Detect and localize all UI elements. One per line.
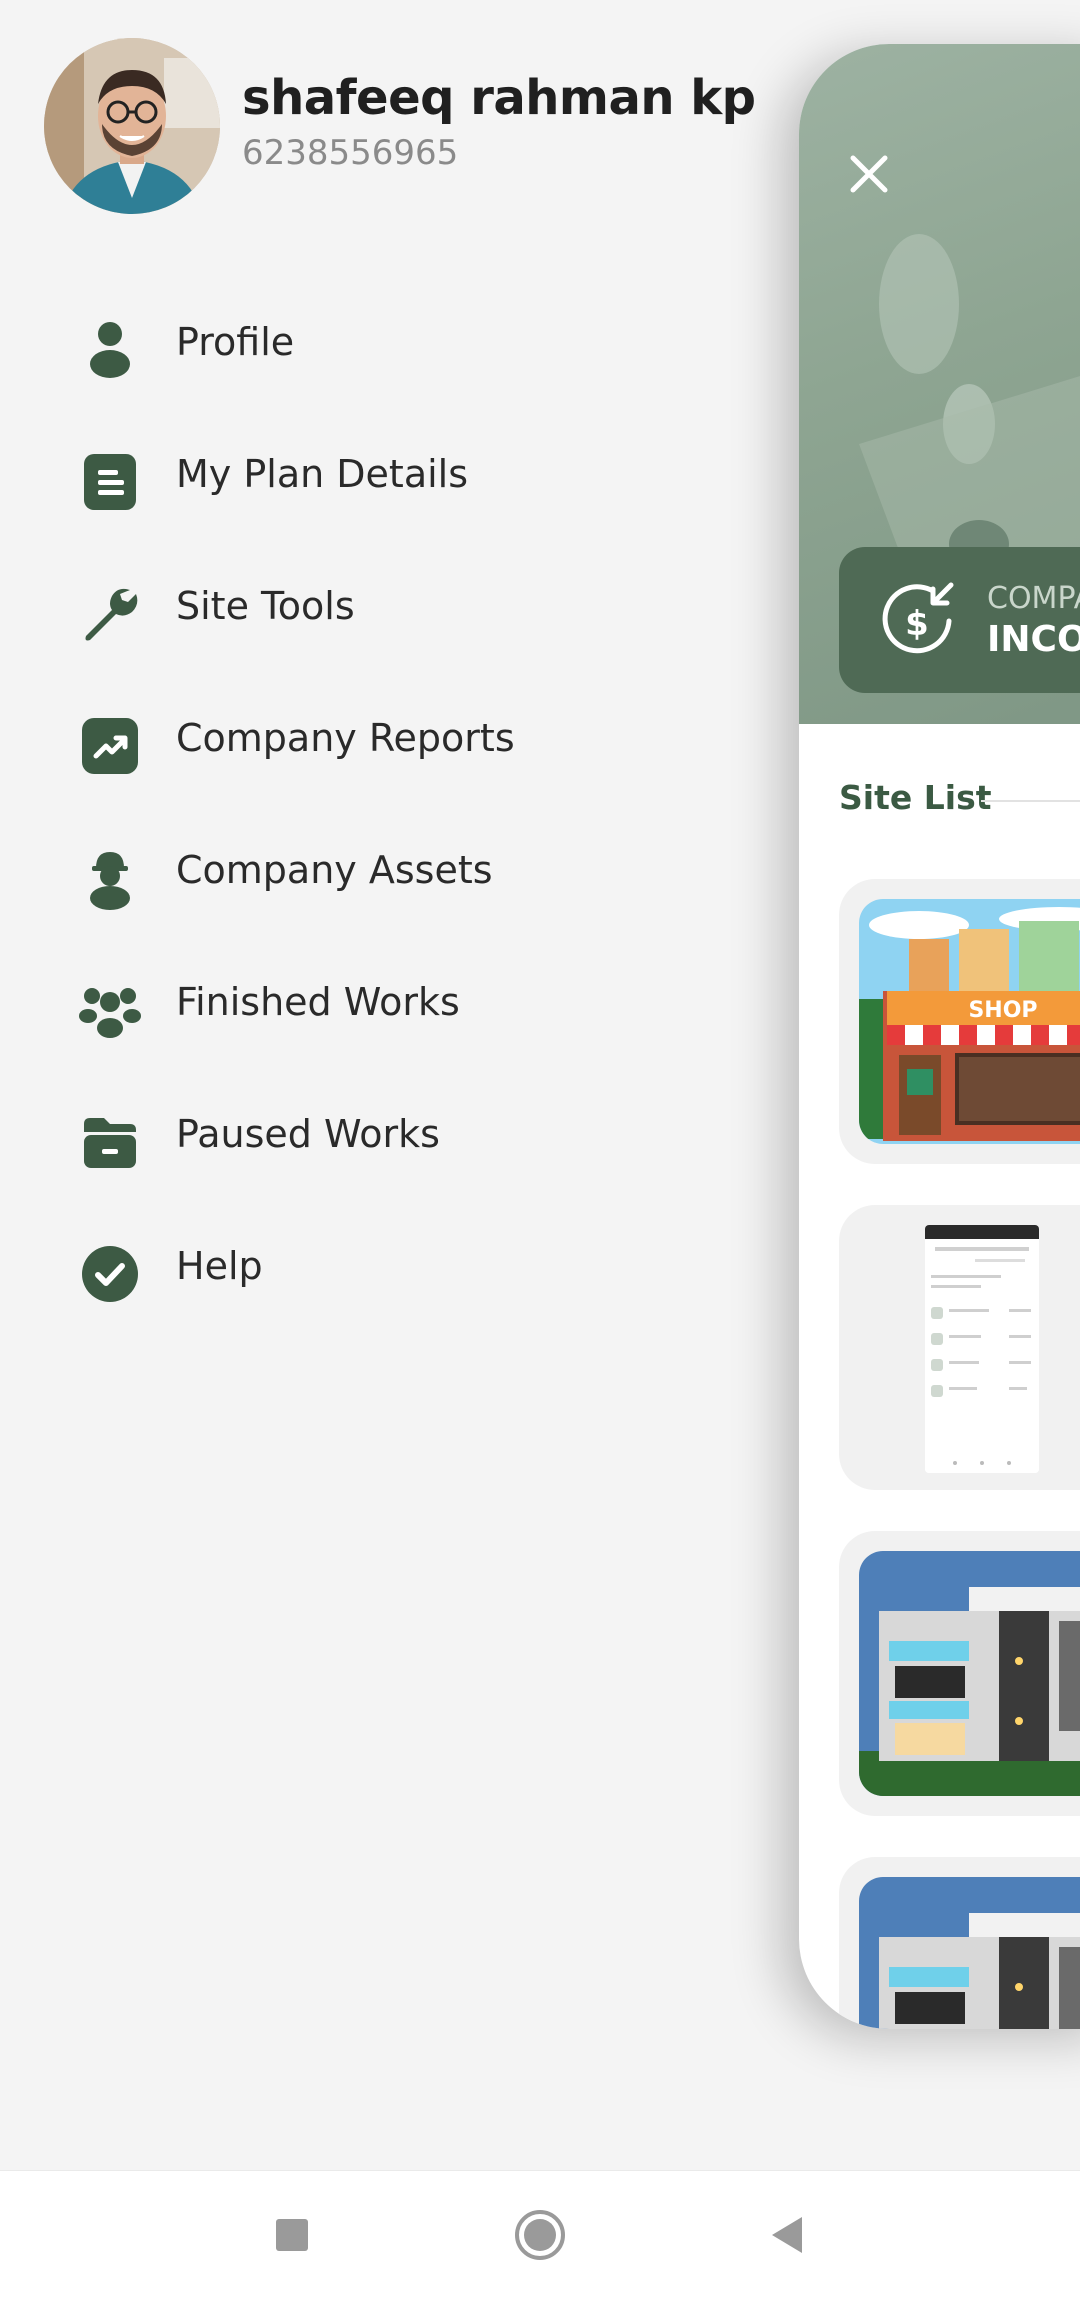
house-image	[859, 1551, 1080, 1796]
menu-item-paused-works[interactable]: Paused Works	[0, 1082, 700, 1192]
menu-label: Site Tools	[176, 584, 355, 628]
menu-item-my-plan-details[interactable]: My Plan Details	[0, 422, 700, 532]
menu-item-site-tools[interactable]: Site Tools	[0, 554, 700, 664]
site-card[interactable]	[839, 1205, 1080, 1490]
income-card-value: INCON	[987, 619, 1080, 660]
house-image	[859, 1877, 1080, 2029]
folder-icon	[84, 1118, 136, 1168]
close-icon[interactable]	[839, 144, 899, 204]
menu-label: Paused Works	[176, 1112, 440, 1156]
menu-label: Finished Works	[176, 980, 460, 1024]
user-phone: 6238556965	[242, 133, 459, 173]
menu-label: Company Assets	[176, 848, 493, 892]
person-icon	[90, 322, 130, 378]
back-button[interactable]	[758, 2205, 818, 2265]
check-circle-icon	[82, 1246, 138, 1302]
dollar-income-icon: $	[882, 582, 954, 654]
hero-banner: $ COMPA INCON	[799, 44, 1080, 724]
divider	[981, 800, 1080, 802]
worker-helmet-icon	[90, 852, 130, 910]
menu-item-help[interactable]: Help	[0, 1214, 700, 1324]
home-button[interactable]	[510, 2205, 570, 2265]
document-icon	[84, 454, 136, 510]
menu-item-company-reports[interactable]: Company Reports	[0, 686, 700, 796]
svg-text:$: $	[905, 604, 929, 644]
avatar[interactable]	[44, 38, 220, 214]
shop-sign: SHOP	[968, 998, 1037, 1023]
system-navigation-bar	[0, 2170, 1080, 2301]
menu-label: Help	[176, 1244, 263, 1288]
user-name: shafeeq rahman kp	[242, 70, 756, 126]
company-income-card[interactable]: $ COMPA INCON	[839, 547, 1080, 693]
site-card[interactable]	[839, 1857, 1080, 2029]
chart-trend-icon	[82, 718, 138, 774]
menu-item-profile[interactable]: Profile	[0, 290, 700, 400]
site-card[interactable]: SHOP	[839, 879, 1080, 1164]
income-card-label: COMPA	[987, 581, 1080, 616]
site-list-heading: Site List	[839, 778, 992, 817]
recents-button[interactable]	[262, 2205, 322, 2265]
site-card[interactable]	[839, 1531, 1080, 1816]
shop-image: SHOP	[859, 899, 1080, 1144]
group-icon	[79, 988, 141, 1038]
main-screen-preview[interactable]: $ COMPA INCON Site List SHOP	[799, 44, 1080, 2029]
screenshot-image	[925, 1225, 1039, 1473]
menu-item-finished-works[interactable]: Finished Works	[0, 950, 700, 1060]
menu-label: Company Reports	[176, 716, 515, 760]
wrench-icon	[85, 588, 138, 641]
menu-item-company-assets[interactable]: Company Assets	[0, 818, 700, 928]
menu-label: Profile	[176, 320, 295, 364]
menu-label: My Plan Details	[176, 452, 469, 496]
